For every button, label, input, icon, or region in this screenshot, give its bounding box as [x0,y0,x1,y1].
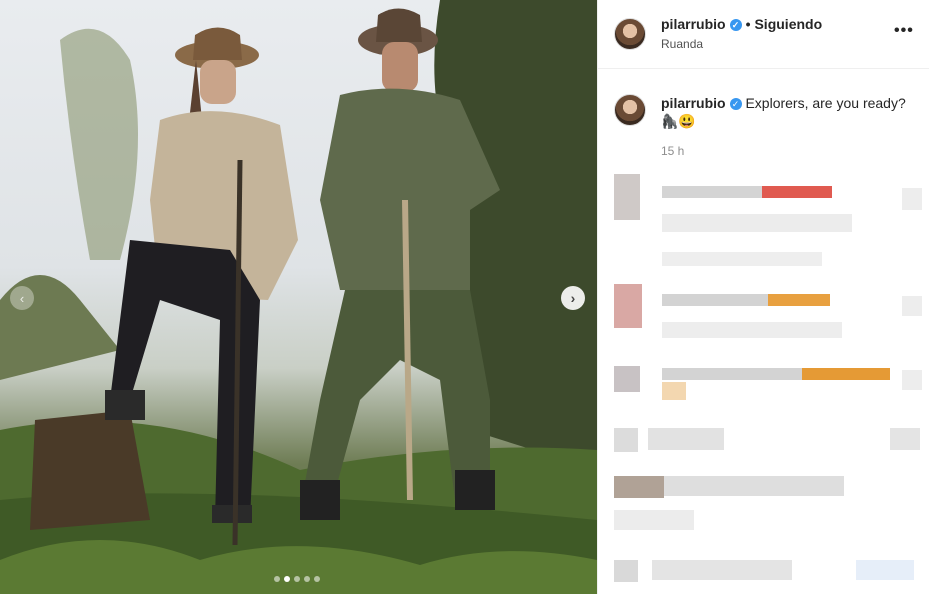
carousel-dot-active [284,576,290,582]
avatar[interactable] [614,94,646,126]
carousel-indicator [274,576,320,582]
carousel-dot [314,576,320,582]
photo-scene [0,0,597,594]
carousel-next-button[interactable]: › [561,286,585,310]
caption-text-block: pilarrubio ✓ Explorers, are you ready? 🦍😃 [661,94,913,130]
chevron-left-icon: ‹ [19,290,25,306]
more-options-icon[interactable]: ••• [894,22,914,40]
header-user-line: pilarrubio ✓ • Siguiendo [661,16,822,32]
post-header: pilarrubio ✓ • Siguiendo Ruanda ••• [598,0,929,69]
carousel-prev-button[interactable]: ‹ [10,286,34,310]
chevron-right-icon: › [570,290,576,306]
carousel-dot [304,576,310,582]
separator: • [745,16,751,32]
caption-username-link[interactable]: pilarrubio [661,95,726,111]
username-link[interactable]: pilarrubio [661,16,726,32]
location-link[interactable]: Ruanda [661,37,703,51]
verified-badge-icon: ✓ [729,19,742,31]
carousel-dot [274,576,280,582]
post-sidebar: pilarrubio ✓ • Siguiendo Ruanda ••• pilarru… [597,0,929,594]
post-photo[interactable]: ‹ › [0,0,597,594]
avatar[interactable] [614,18,646,50]
verified-badge-icon: ✓ [729,98,742,110]
carousel-dot [294,576,300,582]
following-button[interactable]: Siguiendo [754,16,822,32]
post-timestamp[interactable]: 15 h [661,144,684,158]
